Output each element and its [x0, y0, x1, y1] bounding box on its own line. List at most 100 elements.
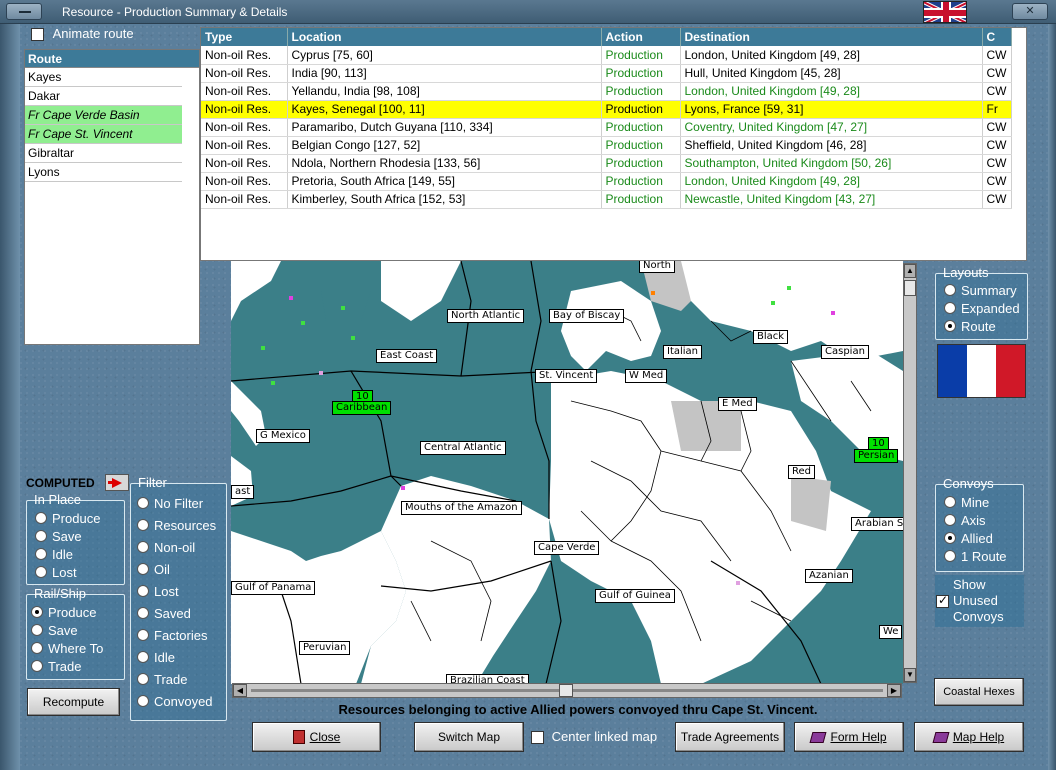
map-help-button[interactable]: Map Help [914, 722, 1024, 752]
column-header-location[interactable]: Location [287, 28, 602, 46]
radio-button[interactable] [31, 660, 43, 672]
convoys-option[interactable]: 1 Route [944, 548, 1007, 566]
route-list-item[interactable]: Dakar [25, 87, 182, 106]
switch-map-button[interactable]: Switch Map [414, 722, 524, 752]
radio-button[interactable] [944, 320, 956, 332]
table-row[interactable]: Non-oil Res. Paramaribo, Dutch Guyana [11… [201, 118, 1012, 137]
radio-button[interactable] [137, 563, 149, 575]
scroll-left-icon[interactable]: ◀ [233, 684, 247, 697]
animate-route-checkbox[interactable] [31, 28, 44, 42]
show-unused-convoys-toggle[interactable]: Show Unused Convoys [935, 575, 1024, 627]
center-linked-map-toggle[interactable]: Center linked map [531, 729, 657, 745]
in-place-option[interactable]: Produce [35, 510, 100, 528]
radio-button[interactable] [944, 514, 956, 526]
rail-ship-option[interactable]: Trade [31, 658, 81, 676]
column-header-destination[interactable]: Destination [680, 28, 983, 46]
column-header-c[interactable]: C [982, 28, 1012, 46]
radio-button[interactable] [35, 566, 47, 578]
filter-option[interactable]: Resources [137, 517, 216, 535]
radio-button[interactable] [137, 629, 149, 641]
filter-option[interactable]: Trade [137, 671, 187, 689]
filter-option[interactable]: No Filter [137, 495, 203, 513]
scroll-right-icon[interactable]: ▶ [887, 684, 901, 697]
table-row[interactable]: Non-oil Res. Ndola, Northern Rhodesia [13… [201, 154, 1012, 173]
in-place-option[interactable]: Idle [35, 546, 73, 564]
radio-button[interactable] [137, 519, 149, 531]
in-place-option[interactable]: Lost [35, 564, 77, 582]
radio-button[interactable] [944, 302, 956, 314]
radio-button[interactable] [944, 550, 956, 562]
route-list[interactable]: Route Kayes Dakar Fr Cape Verde Basin Fr Ca… [24, 49, 200, 345]
radio-button[interactable] [137, 497, 149, 509]
radio-button[interactable] [31, 642, 43, 654]
route-list-item[interactable]: Kayes [25, 68, 182, 87]
table-row[interactable]: Non-oil Res. Pretoria, South Africa [149,… [201, 172, 1012, 191]
layouts-option[interactable]: Route [944, 318, 996, 336]
horizontal-scroll-thumb[interactable] [559, 684, 573, 697]
radio-button[interactable] [35, 530, 47, 542]
radio-button[interactable] [31, 624, 43, 636]
table-row[interactable]: Non-oil Res. Kimberley, South Africa [152… [201, 190, 1012, 209]
table-row[interactable]: Non-oil Res. India [90, 113] Production Hul… [201, 64, 1012, 83]
radio-button[interactable] [944, 496, 956, 508]
rail-ship-option[interactable]: Where To [31, 640, 103, 658]
vertical-scroll-thumb[interactable] [904, 280, 916, 296]
table-cell: Non-oil Res. [201, 154, 288, 173]
radio-button[interactable] [944, 284, 956, 296]
table-row[interactable]: Non-oil Res. Kayes, Senegal [100, 11] Prod… [201, 100, 1012, 119]
filter-option[interactable]: Saved [137, 605, 191, 623]
table-row[interactable]: Non-oil Res. Belgian Congo [127, 52] Produ… [201, 136, 1012, 155]
filter-option[interactable]: Lost [137, 583, 179, 601]
scroll-up-icon[interactable]: ▲ [904, 264, 916, 278]
radio-button[interactable] [137, 651, 149, 663]
filter-option[interactable]: Oil [137, 561, 170, 579]
route-list-item[interactable]: Lyons [25, 163, 182, 182]
layouts-option[interactable]: Summary [944, 282, 1017, 300]
close-button[interactable]: Close [252, 722, 381, 752]
center-linked-map-checkbox[interactable] [531, 731, 544, 745]
route-list-item[interactable]: Gibraltar [25, 144, 182, 163]
convoys-option[interactable]: Allied [944, 530, 993, 548]
convoys-option[interactable]: Axis [944, 512, 986, 530]
scroll-down-icon[interactable]: ▼ [904, 668, 916, 682]
radio-button[interactable] [944, 532, 956, 544]
map-vertical-scrollbar[interactable]: ▲ ▼ [903, 263, 917, 683]
radio-button[interactable] [137, 695, 149, 707]
resource-table[interactable]: Type Location Action Destination C Non-o… [200, 27, 1027, 261]
show-unused-convoys-checkbox[interactable] [936, 593, 949, 608]
column-header-type[interactable]: Type [201, 28, 288, 46]
layouts-option[interactable]: Expanded [944, 300, 1020, 318]
system-menu-button[interactable] [6, 3, 42, 20]
radio-button[interactable] [35, 512, 47, 524]
route-list-item[interactable]: Fr Cape St. Vincent [25, 125, 182, 144]
route-list-item[interactable]: Fr Cape Verde Basin [25, 106, 182, 125]
animate-route-toggle[interactable]: Animate route [31, 26, 134, 42]
table-row[interactable]: Non-oil Res. Cyprus [75, 60] Production Lon… [201, 46, 1012, 65]
column-header-action[interactable]: Action [601, 28, 681, 46]
filter-option[interactable]: Convoyed [137, 693, 213, 711]
recompute-button[interactable]: Recompute [27, 688, 120, 716]
convoys-option[interactable]: Mine [944, 494, 989, 512]
map-horizontal-scrollbar[interactable]: ◀ ▶ [232, 683, 902, 698]
in-place-option[interactable]: Save [35, 528, 82, 546]
rail-ship-option[interactable]: Save [31, 622, 78, 640]
close-window-button[interactable]: ✕ [1012, 3, 1048, 20]
radio-button[interactable] [31, 606, 43, 618]
filter-option[interactable]: Factories [137, 627, 207, 645]
filter-option[interactable]: Non-oil [137, 539, 195, 557]
form-help-button[interactable]: Form Help [794, 722, 904, 752]
radio-label: Lost [154, 584, 179, 599]
radio-button[interactable] [35, 548, 47, 560]
radio-button[interactable] [137, 673, 149, 685]
radio-button[interactable] [137, 541, 149, 553]
world-map[interactable]: North North Atlantic Bay of Biscay Black… [231, 261, 903, 684]
table-row[interactable]: Non-oil Res. Yellandu, India [98, 108] Pro… [201, 82, 1012, 101]
radio-button[interactable] [137, 607, 149, 619]
coastal-hexes-button[interactable]: Coastal Hexes [934, 678, 1024, 706]
radio-button[interactable] [137, 585, 149, 597]
trade-agreements-button[interactable]: Trade Agreements [675, 722, 785, 752]
computed-arrow-icon[interactable] [105, 474, 129, 491]
rail-ship-option[interactable]: Produce [31, 604, 96, 622]
table-cell: Belgian Congo [127, 52] [287, 136, 602, 155]
filter-option[interactable]: Idle [137, 649, 175, 667]
